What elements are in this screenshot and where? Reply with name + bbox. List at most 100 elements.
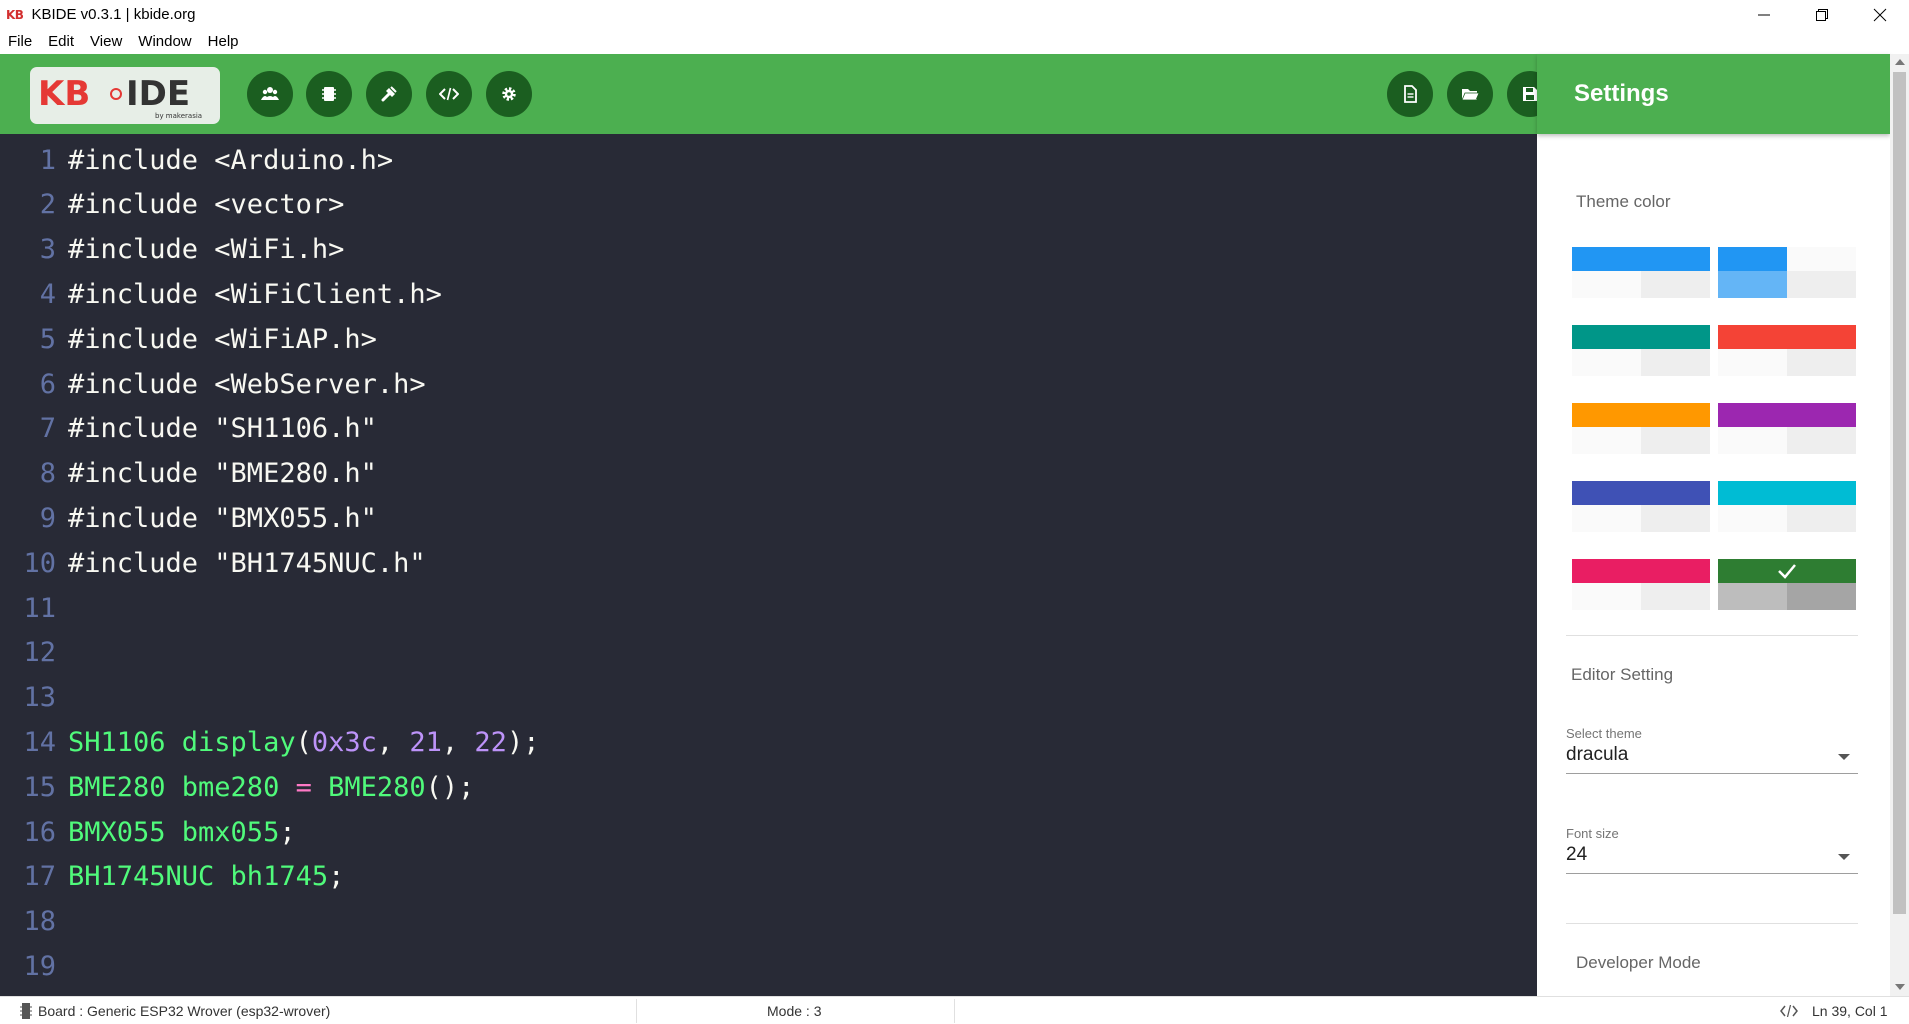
code-line[interactable]: 7 #include "SH1106.h"	[0, 407, 377, 451]
theme-swatch[interactable]	[1572, 481, 1710, 532]
code-token: #include "BH1745NUC.h"	[68, 547, 426, 579]
line-number: 2	[39, 189, 56, 221]
close-button[interactable]	[1851, 0, 1909, 29]
select-theme-dropdown[interactable]: dracula	[1566, 744, 1858, 774]
scroll-thumb[interactable]	[1893, 72, 1906, 914]
code-line[interactable]: 12	[0, 631, 68, 675]
open-folder-button[interactable]	[1447, 71, 1493, 117]
code-token: #include "BME280.h"	[68, 458, 377, 490]
code-token: 22	[474, 726, 507, 758]
code-line[interactable]: 19	[0, 944, 68, 988]
menu-view[interactable]: View	[82, 33, 130, 50]
status-bar: Board : Generic ESP32 Wrover (esp32-wrov…	[0, 996, 1909, 1024]
settings-scrollbar[interactable]	[1890, 54, 1909, 996]
scroll-down-icon[interactable]	[1895, 984, 1905, 990]
code-line[interactable]: 3 #include <WiFi.h>	[0, 228, 345, 272]
line-code: #include <WiFi.h>	[64, 234, 344, 265]
theme-swatch[interactable]	[1572, 325, 1710, 376]
line-number: 14	[23, 726, 56, 758]
code-line[interactable]: 1 #include <Arduino.h>	[0, 138, 393, 182]
developer-mode-label: Developer Mode	[1576, 953, 1701, 972]
code-icon	[439, 87, 459, 101]
line-number: 4	[39, 278, 56, 310]
theme-swatch[interactable]	[1572, 247, 1710, 298]
editor-setting-label: Editor Setting	[1571, 665, 1674, 684]
gear-icon	[502, 87, 516, 101]
line-number: 9	[39, 502, 56, 534]
code-token: );	[506, 726, 540, 758]
line-number: 5	[39, 323, 56, 355]
window-controls	[1735, 0, 1909, 29]
mode-status: Mode : 3	[767, 1003, 822, 1019]
code-token: (	[295, 726, 312, 758]
line-code: #include <WiFiClient.h>	[64, 279, 442, 310]
theme-swatch[interactable]	[1718, 403, 1856, 454]
line-number: 6	[39, 368, 56, 400]
title-bar: KB KBIDE v0.3.1 | kbide.org	[0, 0, 1909, 29]
board-icon	[20, 1003, 32, 1019]
board-status[interactable]: Board : Generic ESP32 Wrover (esp32-wrov…	[38, 1003, 330, 1019]
code-button[interactable]	[426, 71, 472, 117]
code-line[interactable]: 2 #include <vector>	[0, 183, 345, 227]
code-line[interactable]: 8 #include "BME280.h"	[0, 452, 377, 496]
new-file-button[interactable]	[1387, 71, 1433, 117]
code-line[interactable]: 18	[0, 900, 68, 944]
code-line[interactable]: 9 #include "BMX055.h"	[0, 496, 377, 540]
line-code: SH1106 display(0x3c, 21, 22);	[64, 727, 539, 758]
theme-swatch-selected[interactable]	[1718, 559, 1856, 610]
code-editor[interactable]: 1 #include <Arduino.h> 2 #include <vector> 3…	[0, 134, 1537, 996]
line-code: #include "SH1106.h"	[64, 413, 377, 444]
minimize-icon	[1758, 14, 1770, 15]
select-theme-label: Select theme	[1566, 726, 1642, 741]
code-line[interactable]: 14 SH1106 display(0x3c, 21, 22);	[0, 720, 539, 764]
theme-swatch[interactable]	[1718, 247, 1856, 298]
code-line[interactable]: 11	[0, 586, 68, 630]
code-line[interactable]: 4 #include <WiFiClient.h>	[0, 272, 442, 316]
code-token: ,	[376, 726, 410, 758]
code-line[interactable]: 15 BME280 bme280 = BME280();	[0, 765, 474, 809]
theme-swatch[interactable]	[1718, 481, 1856, 532]
plugin-icon	[381, 86, 397, 102]
minimize-button[interactable]	[1735, 0, 1793, 29]
code-line[interactable]: 5 #include <WiFiAP.h>	[0, 317, 377, 361]
users-button[interactable]	[247, 71, 293, 117]
line-number: 17	[23, 861, 56, 893]
menu-edit[interactable]: Edit	[40, 33, 82, 50]
code-line[interactable]: 6 #include <WebServer.h>	[0, 362, 426, 406]
code-token: =	[295, 771, 312, 803]
theme-swatch[interactable]	[1572, 559, 1710, 610]
code-token: #include "SH1106.h"	[68, 413, 377, 445]
divider	[1566, 923, 1858, 924]
restore-icon	[1816, 8, 1828, 21]
scroll-up-icon[interactable]	[1895, 59, 1905, 65]
menu-window[interactable]: Window	[130, 33, 199, 50]
plugin-button[interactable]	[366, 71, 412, 117]
settings-button[interactable]	[486, 71, 532, 117]
new-file-icon	[1404, 85, 1417, 103]
line-number: 19	[23, 950, 56, 982]
font-size-value: 24	[1566, 844, 1588, 865]
theme-swatch[interactable]	[1572, 403, 1710, 454]
code-token: ();	[425, 771, 475, 803]
code-token: SH1106 display	[68, 726, 296, 758]
code-token: #include "BMX055.h"	[68, 502, 377, 534]
menu-file[interactable]: File	[0, 33, 40, 50]
board-icon	[322, 87, 336, 101]
font-size-dropdown[interactable]: 24	[1566, 844, 1858, 874]
code-line[interactable]: 17 BH1745NUC bh1745;	[0, 855, 344, 899]
code-token: #include <WiFiAP.h>	[68, 323, 377, 355]
code-line[interactable]: 13	[0, 676, 68, 720]
code-token: ;	[279, 816, 296, 848]
restore-button[interactable]	[1793, 0, 1851, 29]
settings-title: Settings	[1574, 80, 1669, 107]
code-line[interactable]: 10 #include "BH1745NUC.h"	[0, 541, 426, 585]
line-number: 10	[23, 547, 56, 579]
code-token: #include <Arduino.h>	[68, 144, 394, 176]
board-button[interactable]	[306, 71, 352, 117]
line-code: #include <WebServer.h>	[64, 369, 426, 400]
theme-swatch[interactable]	[1718, 325, 1856, 376]
menu-help[interactable]: Help	[200, 33, 247, 50]
line-code: #include <vector>	[64, 189, 344, 220]
line-code: BMX055 bmx055;	[64, 817, 296, 848]
code-line[interactable]: 16 BMX055 bmx055;	[0, 810, 296, 854]
